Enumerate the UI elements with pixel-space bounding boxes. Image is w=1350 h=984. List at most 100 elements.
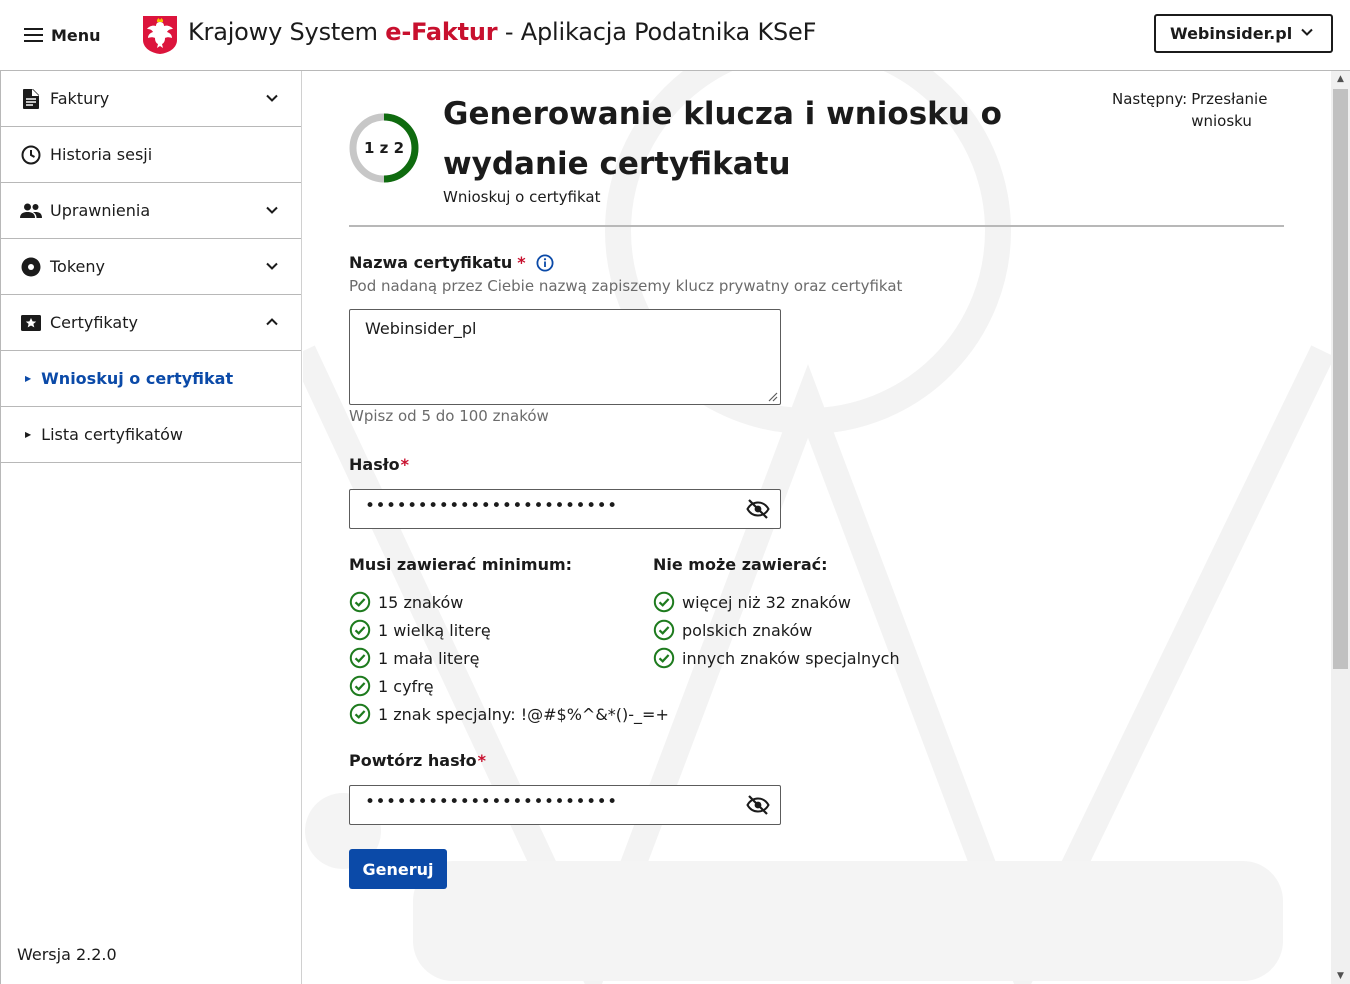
main-content: 1 z 2 Generowanie klucza i wniosku o wyd… — [303, 71, 1331, 984]
cert-name-description: Pod nadaną przez Ciebie nazwą zapiszemy … — [349, 277, 903, 295]
sidebar-subitem-label: Lista certyfikatów — [41, 425, 183, 444]
generate-button[interactable]: Generuj — [349, 849, 447, 889]
app-title-suffix: - Aplikacja Podatnika KSeF — [497, 18, 817, 46]
app-version: Wersja 2.2.0 — [17, 945, 117, 964]
certificate-icon — [20, 312, 42, 334]
people-icon — [20, 200, 42, 222]
app-header: Menu Krajowy System e-Faktur - Aplikacja… — [0, 0, 1350, 71]
rule-item: 1 cyfrę — [349, 672, 669, 700]
password-masked-value: •••••••••••••••••••••••• — [365, 496, 618, 516]
next-step-value: Przesłanie wniosku — [1191, 90, 1268, 130]
cannot-contain-title: Nie może zawierać: — [653, 555, 828, 574]
required-mark: * — [400, 455, 410, 474]
required-mark: * — [517, 253, 526, 272]
sidebar-item-tokeny[interactable]: Tokeny — [1, 239, 301, 295]
password-cannot-contain-list: Nie może zawierać: więcej niż 32 znaków … — [653, 555, 900, 672]
check-circle-icon — [349, 647, 371, 669]
sidebar-item-faktury[interactable]: Faktury — [1, 71, 301, 127]
sidebar-subitem-wnioskuj-o-certyfikat[interactable]: ▶ Wnioskuj o certyfikat — [1, 351, 301, 407]
rule-text: więcej niż 32 znaków — [682, 592, 851, 612]
sidebar-item-label: Faktury — [50, 89, 110, 108]
rule-text: 1 znak specjalny: !@#$%^&*()-_=+ — [378, 704, 669, 724]
rule-text: 15 znaków — [378, 592, 464, 612]
sidebar-item-label: Historia sesji — [50, 145, 153, 164]
bullet-triangle-icon: ▶ — [25, 374, 32, 383]
account-label: Webinsider.pl — [1170, 24, 1293, 43]
check-circle-icon — [653, 591, 675, 613]
password-repeat-label-text: Powtórz hasło — [349, 751, 477, 770]
chevron-down-icon — [266, 262, 278, 270]
vertical-scrollbar[interactable]: ▲ ▼ — [1331, 71, 1350, 984]
clock-icon — [20, 144, 42, 166]
hamburger-icon — [24, 28, 43, 42]
password-label: Hasło * — [349, 455, 409, 474]
sidebar-item-certyfikaty[interactable]: Certyfikaty — [1, 295, 301, 351]
scroll-up-arrow-icon[interactable]: ▲ — [1331, 71, 1350, 87]
cert-name-label: Nazwa certyfikatu * — [349, 253, 554, 272]
password-repeat-label: Powtórz hasło * — [349, 751, 486, 770]
page-title: Generowanie klucza i wniosku o wydanie c… — [443, 96, 1002, 182]
check-circle-icon — [349, 675, 371, 697]
info-icon[interactable] — [536, 254, 554, 272]
eye-off-icon[interactable] — [746, 498, 770, 520]
cert-name-textarea[interactable]: Webinsider_pl — [349, 309, 781, 405]
sidebar-item-label: Certyfikaty — [50, 313, 138, 332]
sidebar-item-label: Tokeny — [50, 257, 105, 276]
resize-handle-icon[interactable] — [766, 390, 778, 402]
rule-text: polskich znaków — [682, 620, 813, 640]
app-title-prefix: Krajowy System — [188, 18, 386, 46]
check-circle-icon — [349, 591, 371, 613]
sidebar-item-label: Uprawnienia — [50, 201, 151, 220]
chevron-down-icon — [266, 206, 278, 214]
app-title: Krajowy System e-Faktur - Aplikacja Poda… — [188, 18, 816, 46]
account-dropdown-button[interactable]: Webinsider.pl — [1154, 14, 1333, 53]
rule-item: więcej niż 32 znaków — [653, 588, 900, 616]
sidebar-item-uprawnienia[interactable]: Uprawnienia — [1, 183, 301, 239]
chevron-down-icon — [1301, 28, 1313, 36]
disc-icon — [20, 256, 42, 278]
must-contain-title: Musi zawierać minimum: — [349, 555, 573, 574]
check-circle-icon — [349, 703, 371, 725]
password-repeat-masked-value: •••••••••••••••••••••••• — [365, 792, 618, 812]
menu-label: Menu — [51, 25, 101, 45]
cert-name-value: Webinsider_pl — [365, 319, 477, 338]
rule-item: 1 wielką literę — [349, 616, 669, 644]
cert-name-hint: Wpisz od 5 do 100 znaków — [349, 407, 549, 425]
next-step-indicator: Następny: Przesłanie wniosku — [1112, 88, 1292, 132]
rule-item: 1 znak specjalny: !@#$%^&*()-_=+ — [349, 700, 669, 728]
divider — [349, 225, 1284, 227]
rule-item: polskich znaków — [653, 616, 900, 644]
scroll-down-arrow-icon[interactable]: ▼ — [1331, 968, 1350, 984]
password-repeat-input[interactable]: •••••••••••••••••••••••• — [349, 785, 781, 825]
password-input[interactable]: •••••••••••••••••••••••• — [349, 489, 781, 529]
rule-text: innych znaków specjalnych — [682, 648, 900, 668]
eye-off-icon[interactable] — [746, 794, 770, 816]
bullet-triangle-icon: ▶ — [25, 430, 32, 439]
sidebar-nav: Faktury Historia sesji Uprawnienia Token… — [0, 71, 302, 984]
check-circle-icon — [653, 619, 675, 641]
check-circle-icon — [349, 619, 371, 641]
rule-text: 1 wielką literę — [378, 620, 491, 640]
sidebar-subitem-label: Wnioskuj o certyfikat — [41, 369, 234, 388]
app-title-accent: e-Faktur — [385, 18, 498, 46]
rule-text: 1 mała literę — [378, 648, 480, 668]
cert-name-label-text: Nazwa certyfikatu — [349, 253, 513, 272]
password-label-text: Hasło — [349, 455, 400, 474]
menu-button[interactable]: Menu — [24, 22, 101, 48]
check-circle-icon — [653, 647, 675, 669]
sidebar-item-historia-sesji[interactable]: Historia sesji — [1, 127, 301, 183]
polish-eagle-emblem-icon — [143, 16, 177, 54]
document-icon — [20, 88, 42, 110]
rule-text: 1 cyfrę — [378, 676, 434, 696]
rule-item: 15 znaków — [349, 588, 669, 616]
sidebar-subitem-lista-certyfikatow[interactable]: ▶ Lista certyfikatów — [1, 407, 301, 463]
password-must-contain-list: Musi zawierać minimum: 15 znaków 1 wielk… — [349, 555, 669, 728]
rule-item: innych znaków specjalnych — [653, 644, 900, 672]
step-counter: 1 z 2 — [363, 139, 405, 157]
scrollbar-thumb[interactable] — [1333, 89, 1348, 669]
chevron-up-icon — [266, 318, 278, 326]
required-mark: * — [477, 751, 486, 770]
chevron-down-icon — [266, 94, 278, 102]
rule-item: 1 mała literę — [349, 644, 669, 672]
step-progress-ring: 1 z 2 — [348, 112, 420, 184]
